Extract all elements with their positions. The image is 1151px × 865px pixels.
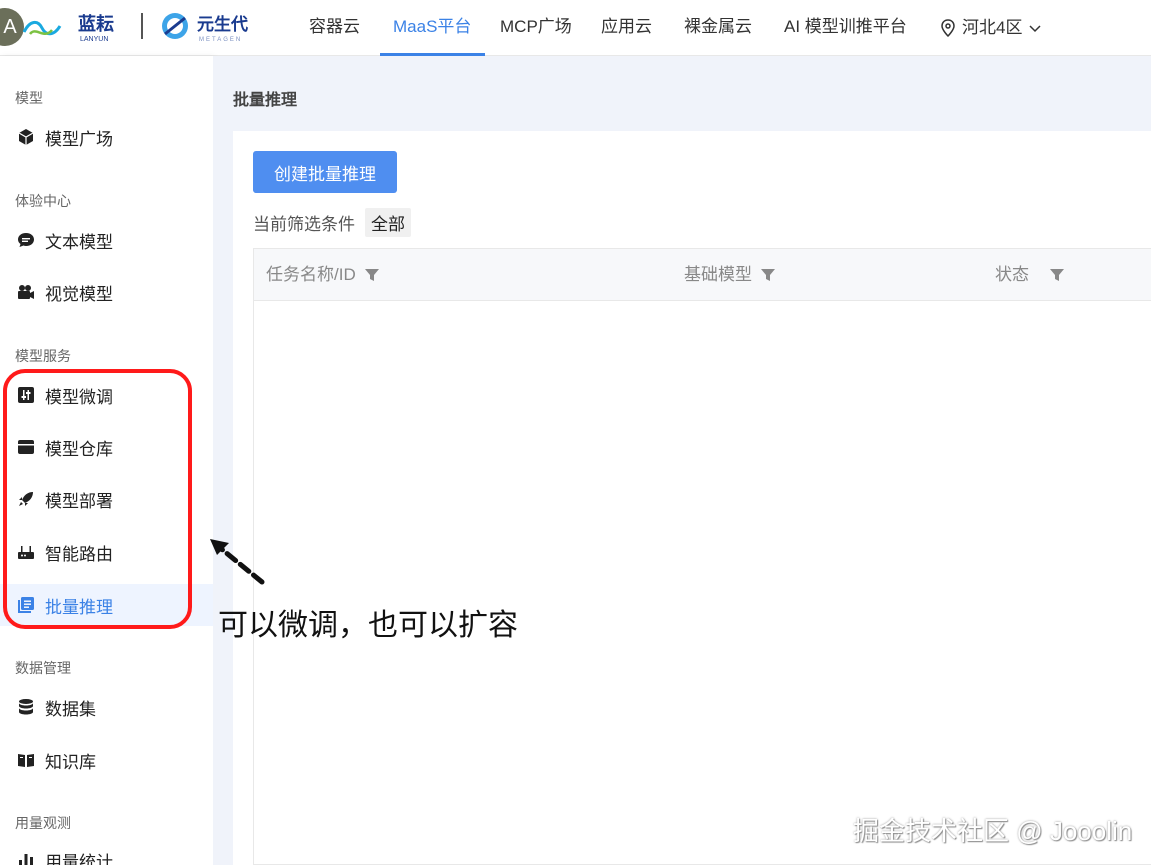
sidebar-item-label: 模型微调	[45, 387, 113, 407]
bar-chart-icon	[16, 850, 36, 865]
column-header-status: 状态	[995, 249, 1065, 301]
section-title-model-service: 模型服务	[15, 348, 71, 364]
chat-bubble-icon	[16, 230, 36, 250]
create-batch-inference-button[interactable]: 创建批量推理	[253, 151, 397, 193]
archive-icon	[16, 437, 36, 457]
book-icon	[16, 750, 36, 770]
sidebar-item-model-square[interactable]: 模型广场	[0, 116, 213, 158]
sidebar-item-smart-routing[interactable]: 智能路由	[0, 531, 213, 573]
sidebar-item-dataset[interactable]: 数据集	[0, 686, 213, 728]
content-card: 创建批量推理 当前筛选条件 全部 任务名称/ID 基础模型 状态	[233, 131, 1151, 865]
sidebar-item-vision-model[interactable]: 视觉模型	[0, 271, 213, 313]
sidebar-item-label: 模型广场	[45, 129, 113, 149]
annotation-arrow-icon	[210, 539, 265, 585]
nav-ai-training-platform[interactable]: AI 模型训推平台	[784, 0, 907, 56]
column-label: 基础模型	[684, 265, 752, 284]
column-label: 状态	[995, 265, 1029, 284]
column-header-task-name: 任务名称/ID	[266, 249, 380, 301]
metagen-logo[interactable]: 元生代 METAGEN	[155, 6, 270, 46]
sidebar-item-label: 批量推理	[45, 597, 113, 617]
region-selector[interactable]: 河北4区	[940, 0, 1042, 56]
sidebar-item-text-model[interactable]: 文本模型	[0, 219, 213, 261]
sidebar-item-model-repository[interactable]: 模型仓库	[0, 426, 213, 468]
page-title: 批量推理	[233, 92, 298, 109]
rocket-icon	[16, 489, 36, 509]
section-title-experience: 体验中心	[15, 193, 71, 209]
logo-primary-cn: 蓝耘	[78, 13, 114, 34]
sidebar-item-model-finetune[interactable]: 模型微调	[0, 374, 213, 416]
sidebar-item-batch-inference[interactable]: 批量推理	[0, 584, 213, 626]
sidebar-item-knowledge-base[interactable]: 知识库	[0, 739, 213, 781]
sidebar-item-usage-stats[interactable]: 用量统计	[0, 839, 213, 865]
sliders-icon	[16, 385, 36, 405]
nav-app-cloud[interactable]: 应用云	[601, 0, 652, 56]
filter-label: 当前筛选条件	[253, 215, 355, 234]
sidebar-item-label: 数据集	[45, 699, 96, 719]
filter-icon[interactable]	[364, 267, 380, 283]
sidebar-item-model-deploy[interactable]: 模型部署	[0, 478, 213, 520]
main-content: 批量推理 创建批量推理 当前筛选条件 全部 任务名称/ID 基础模型 状态	[213, 56, 1151, 865]
logo-secondary-cn: 元生代	[197, 14, 248, 34]
watermark: 掘金技术社区 @ Jooolin	[853, 816, 1133, 846]
logo-secondary-en: METAGEN	[199, 37, 242, 43]
video-camera-icon	[16, 282, 36, 302]
sidebar-item-label: 知识库	[45, 752, 96, 772]
sidebar: 模型 模型广场 体验中心 文本模型 视觉模型 模型服务 模型微调 模型仓库 模型…	[0, 56, 213, 865]
sidebar-item-label: 视觉模型	[45, 284, 113, 304]
nav-container-cloud[interactable]: 容器云	[309, 0, 360, 56]
router-icon	[16, 542, 36, 562]
sidebar-item-label: 智能路由	[45, 544, 113, 564]
nav-maas-platform[interactable]: MaaS平台	[393, 0, 471, 56]
sidebar-item-label: 模型部署	[45, 491, 113, 511]
filter-tag-all[interactable]: 全部	[365, 208, 411, 237]
sidebar-item-label: 文本模型	[45, 232, 113, 252]
region-label: 河北4区	[962, 18, 1023, 37]
avatar-initial: A	[3, 15, 17, 38]
cube-icon	[16, 127, 36, 147]
logo-separator	[141, 13, 143, 39]
section-title-usage: 用量观测	[15, 815, 71, 831]
annotation-text: 可以微调，也可以扩容	[218, 609, 518, 642]
logo-primary-en: LANYUN	[80, 36, 108, 43]
nav-bare-metal-cloud[interactable]: 裸金属云	[684, 0, 752, 56]
filter-icon[interactable]	[1049, 267, 1065, 283]
sidebar-item-label: 模型仓库	[45, 439, 113, 459]
location-pin-icon	[941, 19, 955, 37]
column-label: 任务名称/ID	[266, 265, 356, 284]
sidebar-item-label: 用量统计	[45, 852, 113, 865]
database-icon	[16, 697, 36, 717]
section-title-model: 模型	[15, 90, 43, 106]
chevron-down-icon	[1029, 25, 1041, 33]
batch-icon	[16, 595, 36, 615]
task-table: 任务名称/ID 基础模型 状态	[253, 248, 1151, 865]
filter-conditions: 当前筛选条件 全部	[253, 208, 411, 237]
section-title-data-management: 数据管理	[15, 660, 71, 676]
lanyun-logo[interactable]: 蓝耘 LANYUN	[20, 10, 140, 44]
filter-icon[interactable]	[760, 267, 776, 283]
column-header-base-model: 基础模型	[684, 249, 776, 301]
top-navigation-bar: A 蓝耘 LANYUN 元生代 METAGEN 容器云 MaaS平台 MCP广场…	[0, 0, 1151, 56]
table-header: 任务名称/ID 基础模型 状态	[254, 249, 1151, 301]
nav-mcp-square[interactable]: MCP广场	[500, 0, 572, 56]
